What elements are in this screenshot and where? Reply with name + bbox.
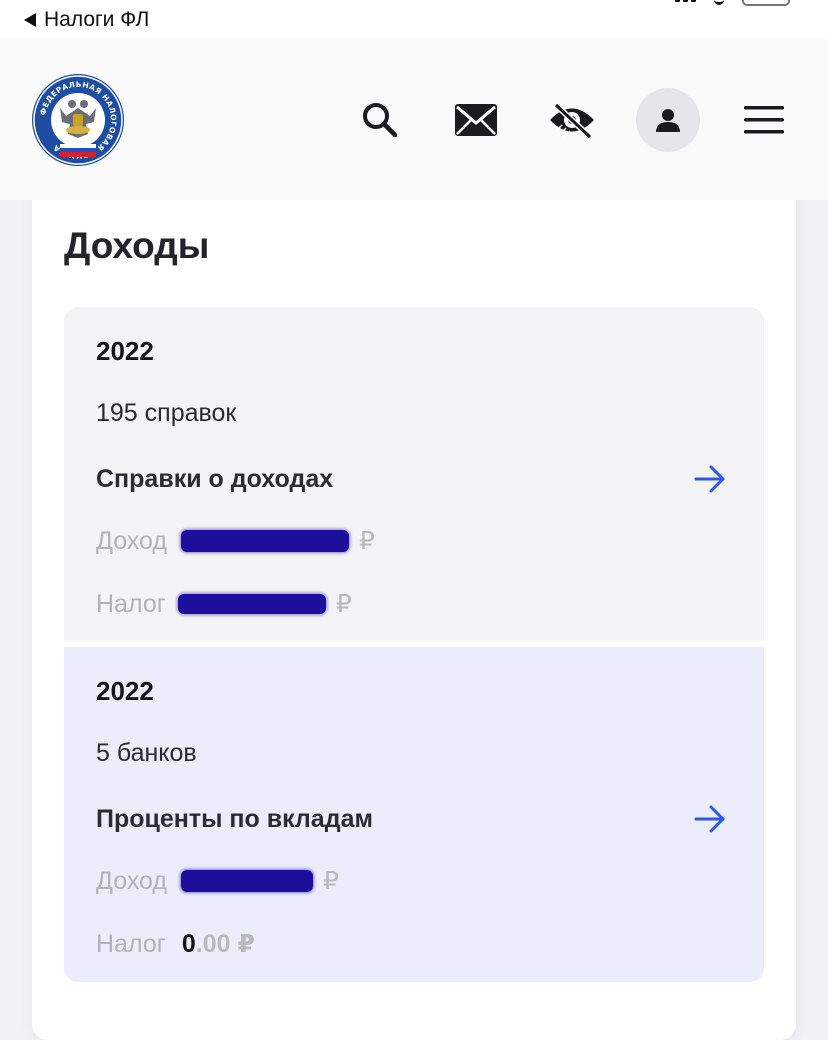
status-bar: Налоги ФЛ xyxy=(0,0,828,38)
messages-button[interactable] xyxy=(444,88,508,152)
tax-label: Налог xyxy=(96,929,166,958)
arrow-right-icon xyxy=(694,805,725,833)
deposit-interest-link[interactable]: Проценты по вкладам xyxy=(96,799,732,839)
banks-count: 5 банков xyxy=(96,739,197,767)
menu-button[interactable] xyxy=(732,88,796,152)
deposit-interest-tile: 2022 5 банков Проценты по вкладам Доход … xyxy=(64,647,764,982)
back-triangle-icon xyxy=(24,13,36,27)
wifi-icon xyxy=(714,0,724,5)
income-statements-tile: 2022 195 справок Справки о доходах Доход… xyxy=(64,307,764,641)
search-button[interactable] xyxy=(348,88,412,152)
income-currency: ₽ xyxy=(323,867,339,895)
app-header: ФЕДЕРАЛЬНАЯ НАЛОГОВАЯ СЛУЖБА xyxy=(0,38,828,200)
deposit-interest-label: Проценты по вкладам xyxy=(96,805,373,833)
tax-value: 0.00 ₽ xyxy=(182,929,255,959)
redacted-income-value xyxy=(181,530,349,552)
profile-button[interactable] xyxy=(636,88,700,152)
battery-icon xyxy=(742,0,790,6)
hide-amounts-toggle[interactable] xyxy=(540,88,604,152)
tax-value-decimals: .00 ₽ xyxy=(195,930,255,958)
mail-icon xyxy=(455,104,497,136)
income-label: Доход xyxy=(96,866,167,895)
tax-currency: ₽ xyxy=(335,590,352,618)
status-indicators xyxy=(675,0,790,6)
cellular-signal-icon xyxy=(675,0,696,2)
back-to-app-link[interactable]: Налоги ФЛ xyxy=(24,6,149,34)
redacted-income-value xyxy=(181,870,313,892)
income-row: Доход ₽ xyxy=(96,863,339,899)
tax-row: Налог ₽ xyxy=(96,586,352,622)
tax-row: Налог 0.00 ₽ xyxy=(96,926,255,962)
fns-emblem-icon: ФЕДЕРАЛЬНАЯ НАЛОГОВАЯ СЛУЖБА xyxy=(32,74,124,166)
menu-icon xyxy=(744,106,784,134)
income-card: Доходы 2022 195 справок Справки о дохода… xyxy=(32,160,796,1040)
statements-count: 195 справок xyxy=(96,399,237,427)
income-statements-label: Справки о доходах xyxy=(96,465,334,493)
page-title: Доходы xyxy=(64,225,210,266)
tax-label: Налог xyxy=(96,589,166,618)
eye-off-icon xyxy=(550,102,594,139)
back-to-app-label: Налоги ФЛ xyxy=(44,8,150,31)
income-statements-link[interactable]: Справки о доходах xyxy=(96,459,732,499)
income-label: Доход xyxy=(96,526,167,555)
tile-year: 2022 xyxy=(96,676,154,706)
income-row: Доход ₽ xyxy=(96,523,375,559)
fns-logo[interactable]: ФЕДЕРАЛЬНАЯ НАЛОГОВАЯ СЛУЖБА xyxy=(30,72,126,168)
redacted-tax-value xyxy=(177,594,326,614)
arrow-right-icon xyxy=(694,465,725,493)
search-icon xyxy=(363,103,398,138)
income-currency: ₽ xyxy=(359,527,375,555)
tax-value-integer: 0 xyxy=(181,930,196,958)
tile-year: 2022 xyxy=(96,336,154,366)
person-icon xyxy=(656,109,680,132)
